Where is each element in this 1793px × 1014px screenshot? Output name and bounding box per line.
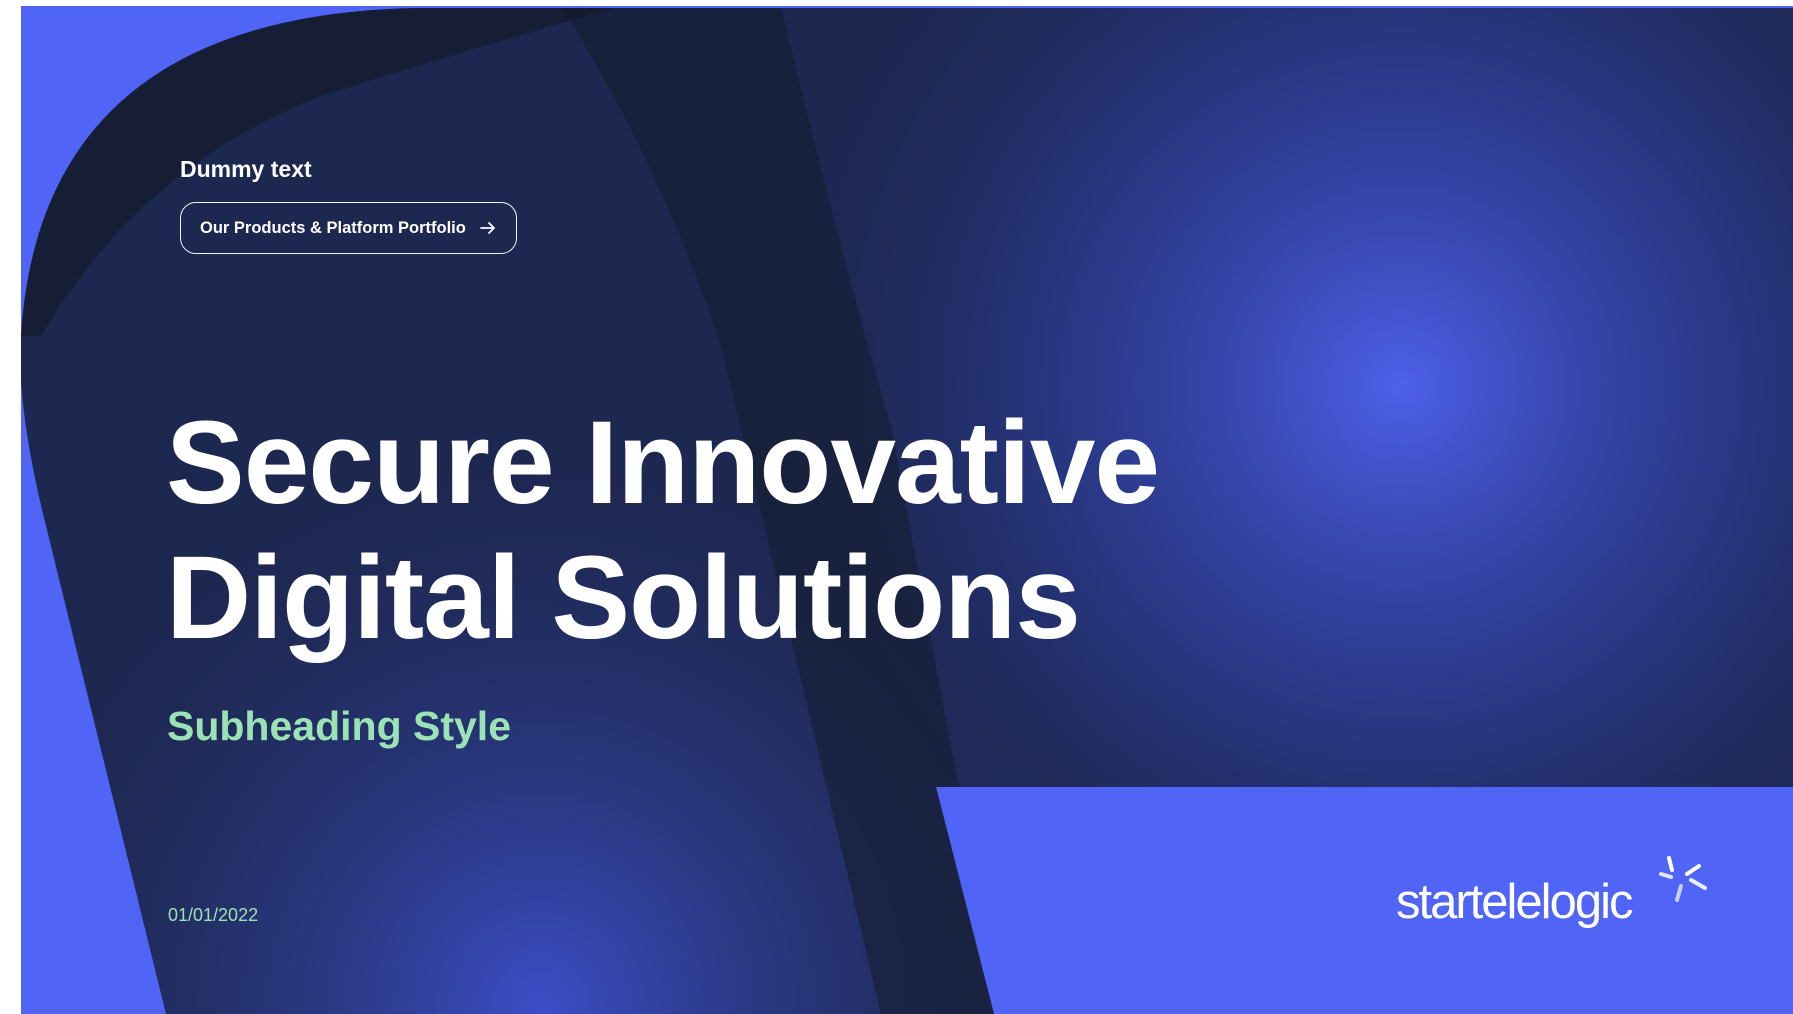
startelelogic-logo: startelelogic (1396, 856, 1716, 936)
hero-title-line-2: Digital Solutions (166, 532, 1081, 664)
products-portfolio-button[interactable]: Our Products & Platform Portfolio (180, 202, 517, 254)
arrow-right-icon (479, 222, 495, 234)
title-slide: Dummy text Our Products & Platform Portf… (21, 6, 1793, 1014)
products-portfolio-label: Our Products & Platform Portfolio (200, 218, 466, 237)
starburst-icon (1659, 856, 1707, 902)
eyebrow-text: Dummy text (180, 156, 312, 182)
date-label: 01/01/2022 (168, 905, 259, 925)
hero-title: Secure Innovative Digital Solutions (166, 396, 1160, 666)
subheading: Subheading Style (167, 703, 511, 749)
hero-title-line-1: Secure Innovative (166, 397, 1160, 529)
logo-wordmark: startelelogic (1396, 875, 1633, 929)
